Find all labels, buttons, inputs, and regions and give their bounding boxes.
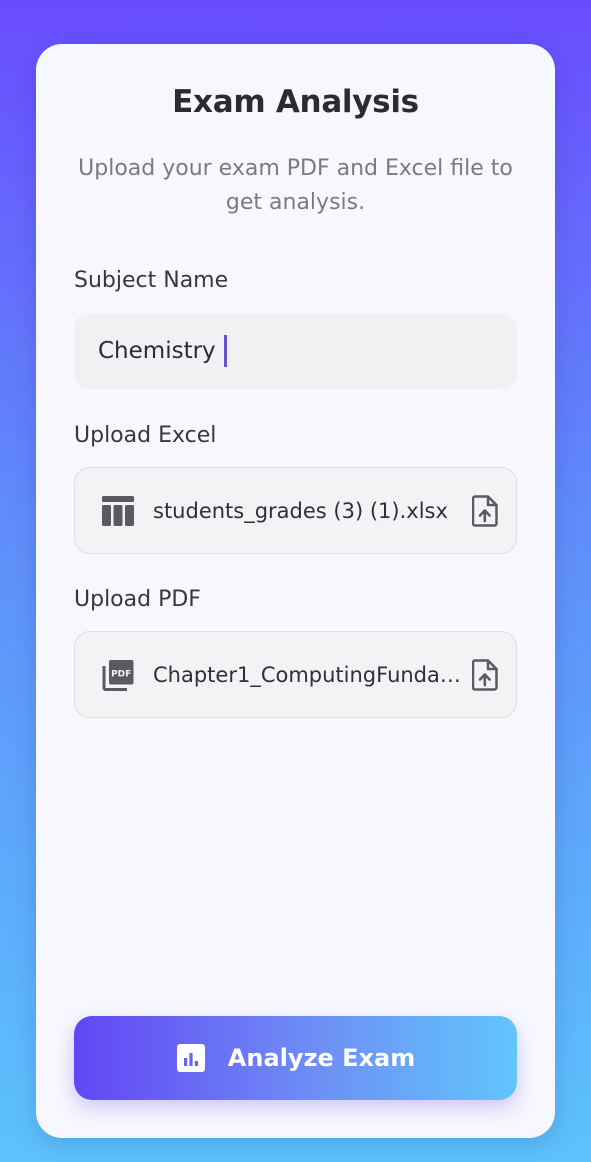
upload-excel-field[interactable]: students_grades (3) (1).xlsx	[74, 467, 517, 554]
subject-name-label: Subject Name	[74, 268, 229, 293]
analytics-icon	[176, 1043, 206, 1073]
file-upload-icon[interactable]	[468, 658, 502, 692]
analyze-exam-label: Analyze Exam	[227, 1044, 416, 1072]
text-caret	[223, 335, 227, 367]
upload-pdf-field[interactable]: PDF Chapter1_ComputingFundamentals.pdf	[74, 631, 517, 718]
upload-pdf-label: Upload PDF	[74, 587, 201, 612]
analyze-exam-button[interactable]: Analyze Exam	[74, 1016, 517, 1100]
pdf-file-name: Chapter1_ComputingFundamentals.pdf	[153, 662, 464, 687]
file-upload-icon[interactable]	[468, 494, 502, 528]
subject-name-input[interactable]: Chemistry	[74, 313, 517, 389]
page-subtitle: Upload your exam PDF and Excel file to g…	[78, 156, 513, 215]
page-title: Exam Analysis	[172, 84, 419, 120]
excel-file-name: students_grades (3) (1).xlsx	[153, 498, 448, 523]
svg-text:PDF: PDF	[111, 669, 131, 679]
subject-name-value: Chemistry	[98, 338, 216, 364]
pdf-icon: PDF	[101, 658, 135, 692]
upload-excel-label: Upload Excel	[74, 423, 217, 448]
table-icon	[101, 494, 135, 528]
